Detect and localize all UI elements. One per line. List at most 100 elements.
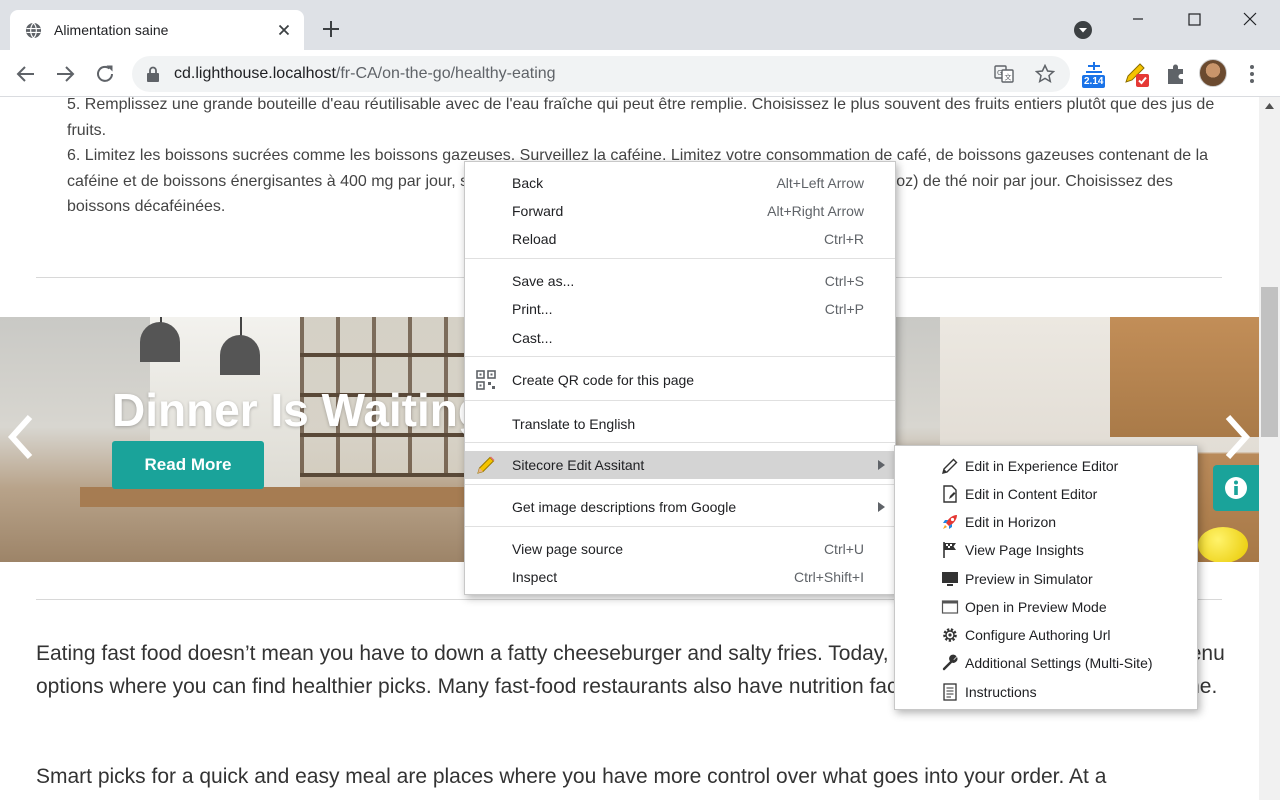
url-text[interactable]: cd.lighthouse.localhost/fr-CA/on-the-go/… — [174, 65, 556, 83]
extension-badge: 2.14 — [1082, 75, 1106, 88]
tab-title: Alimentation saine — [54, 22, 169, 38]
menu-item-label: View page source — [512, 541, 624, 557]
menu-item-shortcut: Alt+Right Arrow — [767, 203, 864, 219]
translate-icon[interactable]: G 文 — [994, 64, 1014, 84]
submenu-item-label: Additional Settings (Multi-Site) — [965, 655, 1153, 671]
menu-item-cast[interactable]: Cast... — [465, 324, 895, 352]
menu-item-label: Sitecore Edit Assitant — [512, 457, 645, 473]
reload-icon[interactable] — [93, 62, 117, 86]
banner-lemon — [1198, 527, 1248, 562]
close-window-icon — [1243, 12, 1257, 26]
globe-icon — [25, 22, 42, 39]
browser-tab[interactable]: Alimentation saine — [10, 10, 304, 50]
new-tab-plus-icon[interactable] — [320, 18, 342, 40]
sitecore-pencil-extension-icon[interactable] — [1122, 60, 1150, 88]
submenu-item-instructions[interactable]: Instructions — [895, 678, 1197, 706]
menu-item-inspect[interactable]: Inspect Ctrl+Shift+I — [465, 563, 895, 591]
menu-separator — [465, 258, 895, 259]
menu-separator — [465, 484, 895, 485]
extension-version-button[interactable]: 2.14 — [1080, 60, 1108, 88]
carousel-next-icon[interactable] — [1220, 413, 1254, 461]
menu-item-create-qr-code[interactable]: Create QR code for this page — [465, 366, 895, 394]
submenu-item-label: Configure Authoring Url — [965, 627, 1111, 643]
back-arrow-icon[interactable] — [14, 62, 38, 86]
menu-item-shortcut: Ctrl+U — [823, 541, 864, 557]
menu-item-label: Get image descriptions from Google — [512, 499, 737, 515]
rocket-icon — [943, 515, 957, 529]
menu-item-label: Forward — [512, 203, 564, 219]
pencil-edit-icon — [942, 458, 958, 474]
submenu-item-additional-settings[interactable]: Additional Settings (Multi-Site) — [895, 649, 1197, 677]
extensions-puzzle-icon[interactable] — [1162, 60, 1190, 88]
svg-text:文: 文 — [1005, 73, 1012, 82]
menu-item-translate[interactable]: Translate to English — [465, 410, 895, 438]
url-host: cd.lighthouse.localhost — [174, 65, 336, 82]
page-scrollbar[interactable] — [1259, 97, 1280, 800]
menu-separator — [465, 356, 895, 357]
close-window-button[interactable] — [1237, 6, 1263, 32]
bookmark-star-icon[interactable] — [1035, 64, 1055, 84]
maximize-button[interactable] — [1181, 6, 1207, 32]
submenu-item-label: Open in Preview Mode — [965, 599, 1107, 615]
maximize-icon — [1188, 13, 1201, 26]
paragraph: Smart picks for a quick and easy meal ar… — [36, 765, 1107, 788]
flag-icon — [943, 542, 956, 558]
menu-item-label: Inspect — [512, 569, 558, 585]
url-path: /fr-CA/on-the-go/healthy-eating — [335, 65, 556, 82]
submenu-item-authoring-url[interactable]: Configure Authoring Url — [895, 621, 1197, 649]
address-bar[interactable]: cd.lighthouse.localhost/fr-CA/on-the-go/… — [132, 56, 1070, 92]
scroll-up-arrow-icon[interactable] — [1265, 103, 1274, 109]
profile-avatar[interactable] — [1199, 59, 1227, 87]
menu-item-image-descriptions[interactable]: Get image descriptions from Google — [465, 493, 895, 521]
sitecore-submenu: Edit in Experience Editor Edit in Conten… — [894, 445, 1198, 710]
menu-item-shortcut: Ctrl+R — [823, 231, 864, 247]
menu-item-label: Reload — [512, 231, 557, 247]
menu-item-label: Create QR code for this page — [512, 372, 695, 388]
submenu-item-simulator[interactable]: Preview in Simulator — [895, 565, 1197, 593]
submenu-item-page-insights[interactable]: View Page Insights — [895, 536, 1197, 564]
context-menu: Back Alt+Left Arrow Forward Alt+Right Ar… — [464, 161, 896, 595]
menu-item-label: Save as... — [512, 273, 575, 289]
submenu-item-content-editor[interactable]: Edit in Content Editor — [895, 480, 1197, 508]
more-vert-icon[interactable] — [1242, 62, 1262, 86]
tab-search-icon[interactable] — [1073, 20, 1093, 40]
menu-item-forward[interactable]: Forward Alt+Right Arrow — [465, 197, 895, 225]
menu-item-label: Translate to English — [512, 416, 636, 432]
submenu-item-label: View Page Insights — [965, 542, 1084, 558]
svg-text:G: G — [997, 69, 1002, 77]
menu-item-back[interactable]: Back Alt+Left Arrow — [465, 169, 895, 197]
menu-item-shortcut: Alt+Left Arrow — [776, 175, 864, 191]
list-item: 5. Remplissez une grande bouteille d'eau… — [67, 97, 1215, 139]
pendant-lamp — [140, 322, 180, 362]
submenu-item-experience-editor[interactable]: Edit in Experience Editor — [895, 452, 1197, 480]
menu-item-label: Cast... — [512, 330, 553, 346]
close-icon[interactable] — [276, 22, 292, 38]
window-icon — [941, 600, 959, 614]
pencil-icon — [477, 456, 495, 474]
carousel-prev-icon[interactable] — [4, 413, 38, 461]
submenu-item-label: Edit in Experience Editor — [965, 458, 1119, 474]
browser-toolbar: cd.lighthouse.localhost/fr-CA/on-the-go/… — [0, 50, 1280, 97]
menu-item-view-source[interactable]: View page source Ctrl+U — [465, 535, 895, 563]
menu-item-print[interactable]: Print... Ctrl+P — [465, 295, 895, 323]
submenu-item-label: Edit in Content Editor — [965, 486, 1098, 502]
lock-icon[interactable] — [146, 66, 160, 82]
qr-code-icon — [476, 370, 496, 390]
menu-item-reload[interactable]: Reload Ctrl+R — [465, 225, 895, 253]
submenu-item-label: Preview in Simulator — [965, 571, 1093, 587]
submenu-item-preview-mode[interactable]: Open in Preview Mode — [895, 593, 1197, 621]
minimize-button[interactable] — [1125, 6, 1151, 32]
menu-separator — [465, 526, 895, 527]
menu-item-sitecore-edit-assistant[interactable]: Sitecore Edit Assitant — [465, 451, 895, 479]
wrench-icon — [942, 654, 958, 671]
scrollbar-thumb[interactable] — [1261, 287, 1278, 437]
submenu-item-label: Edit in Horizon — [965, 514, 1057, 530]
menu-item-shortcut: Ctrl+S — [824, 273, 864, 289]
gear-icon — [943, 628, 957, 642]
read-more-button[interactable]: Read More — [112, 441, 264, 489]
menu-item-save-as[interactable]: Save as... Ctrl+S — [465, 267, 895, 295]
menu-item-shortcut: Ctrl+P — [824, 301, 864, 317]
submenu-item-horizon[interactable]: Edit in Horizon — [895, 508, 1197, 536]
info-button[interactable] — [1213, 465, 1259, 511]
forward-arrow-icon[interactable] — [53, 62, 77, 86]
